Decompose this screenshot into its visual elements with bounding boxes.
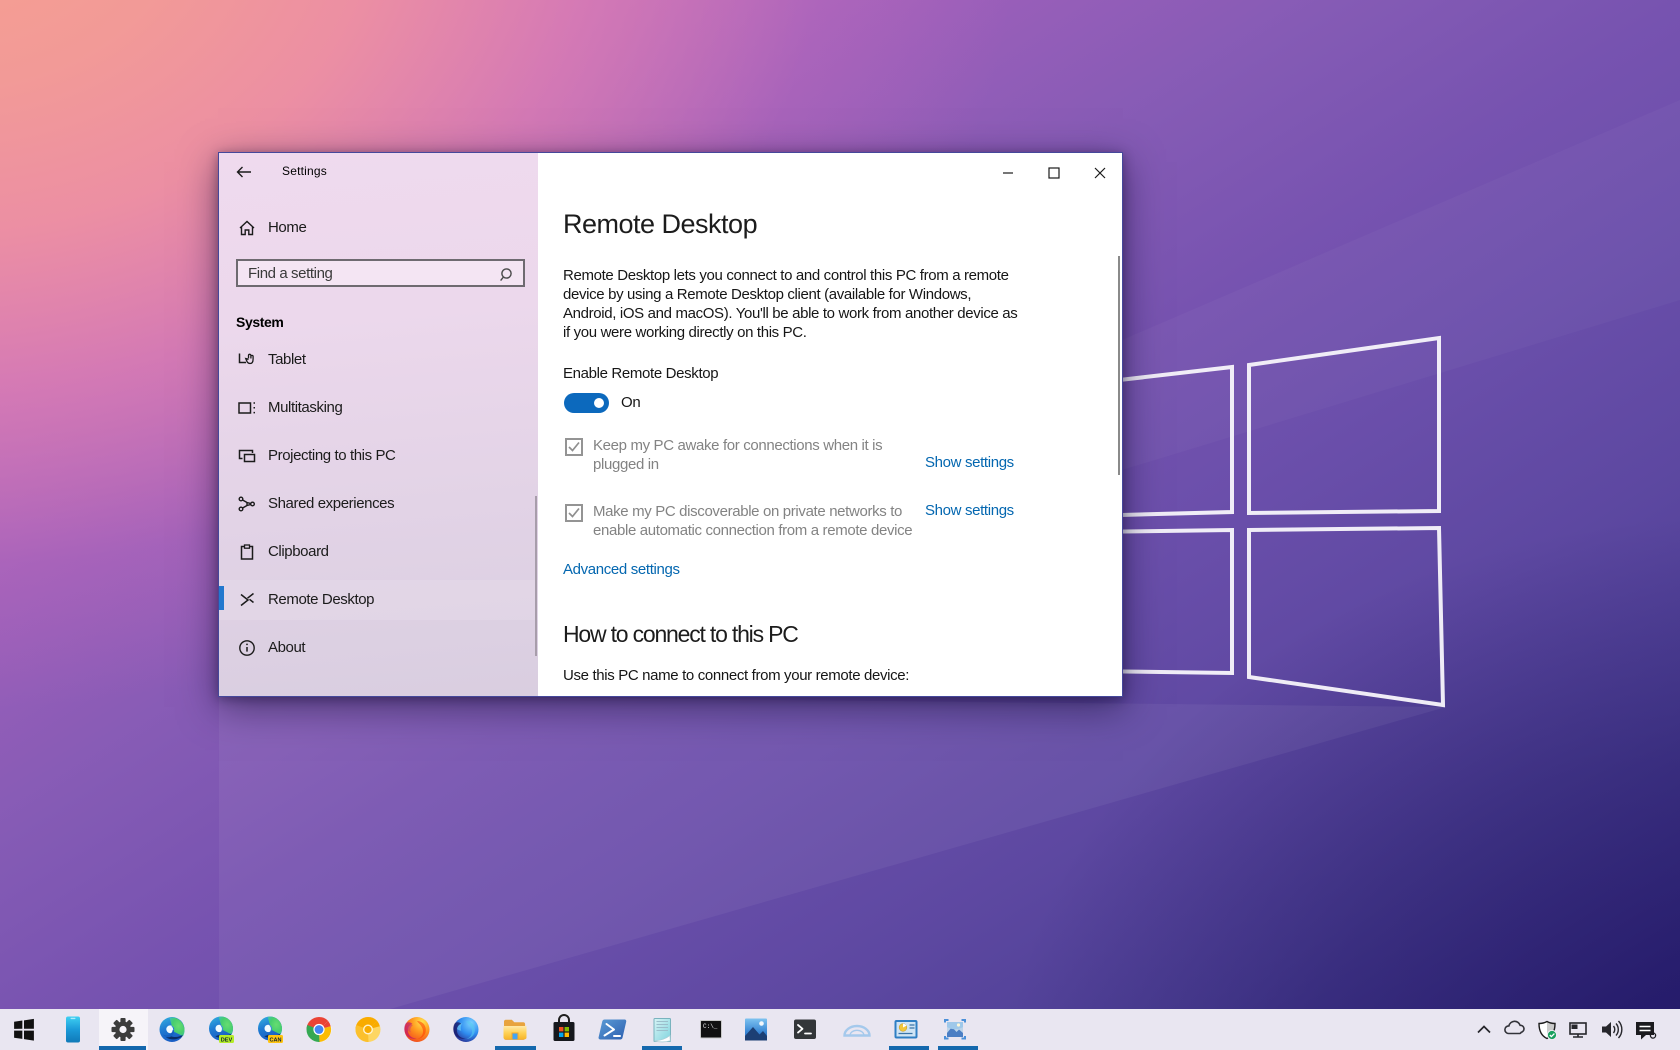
svg-text:CAN: CAN: [269, 1037, 281, 1043]
svg-text:DEV: DEV: [221, 1037, 233, 1043]
svg-text:C:\_: C:\_: [703, 1023, 718, 1030]
